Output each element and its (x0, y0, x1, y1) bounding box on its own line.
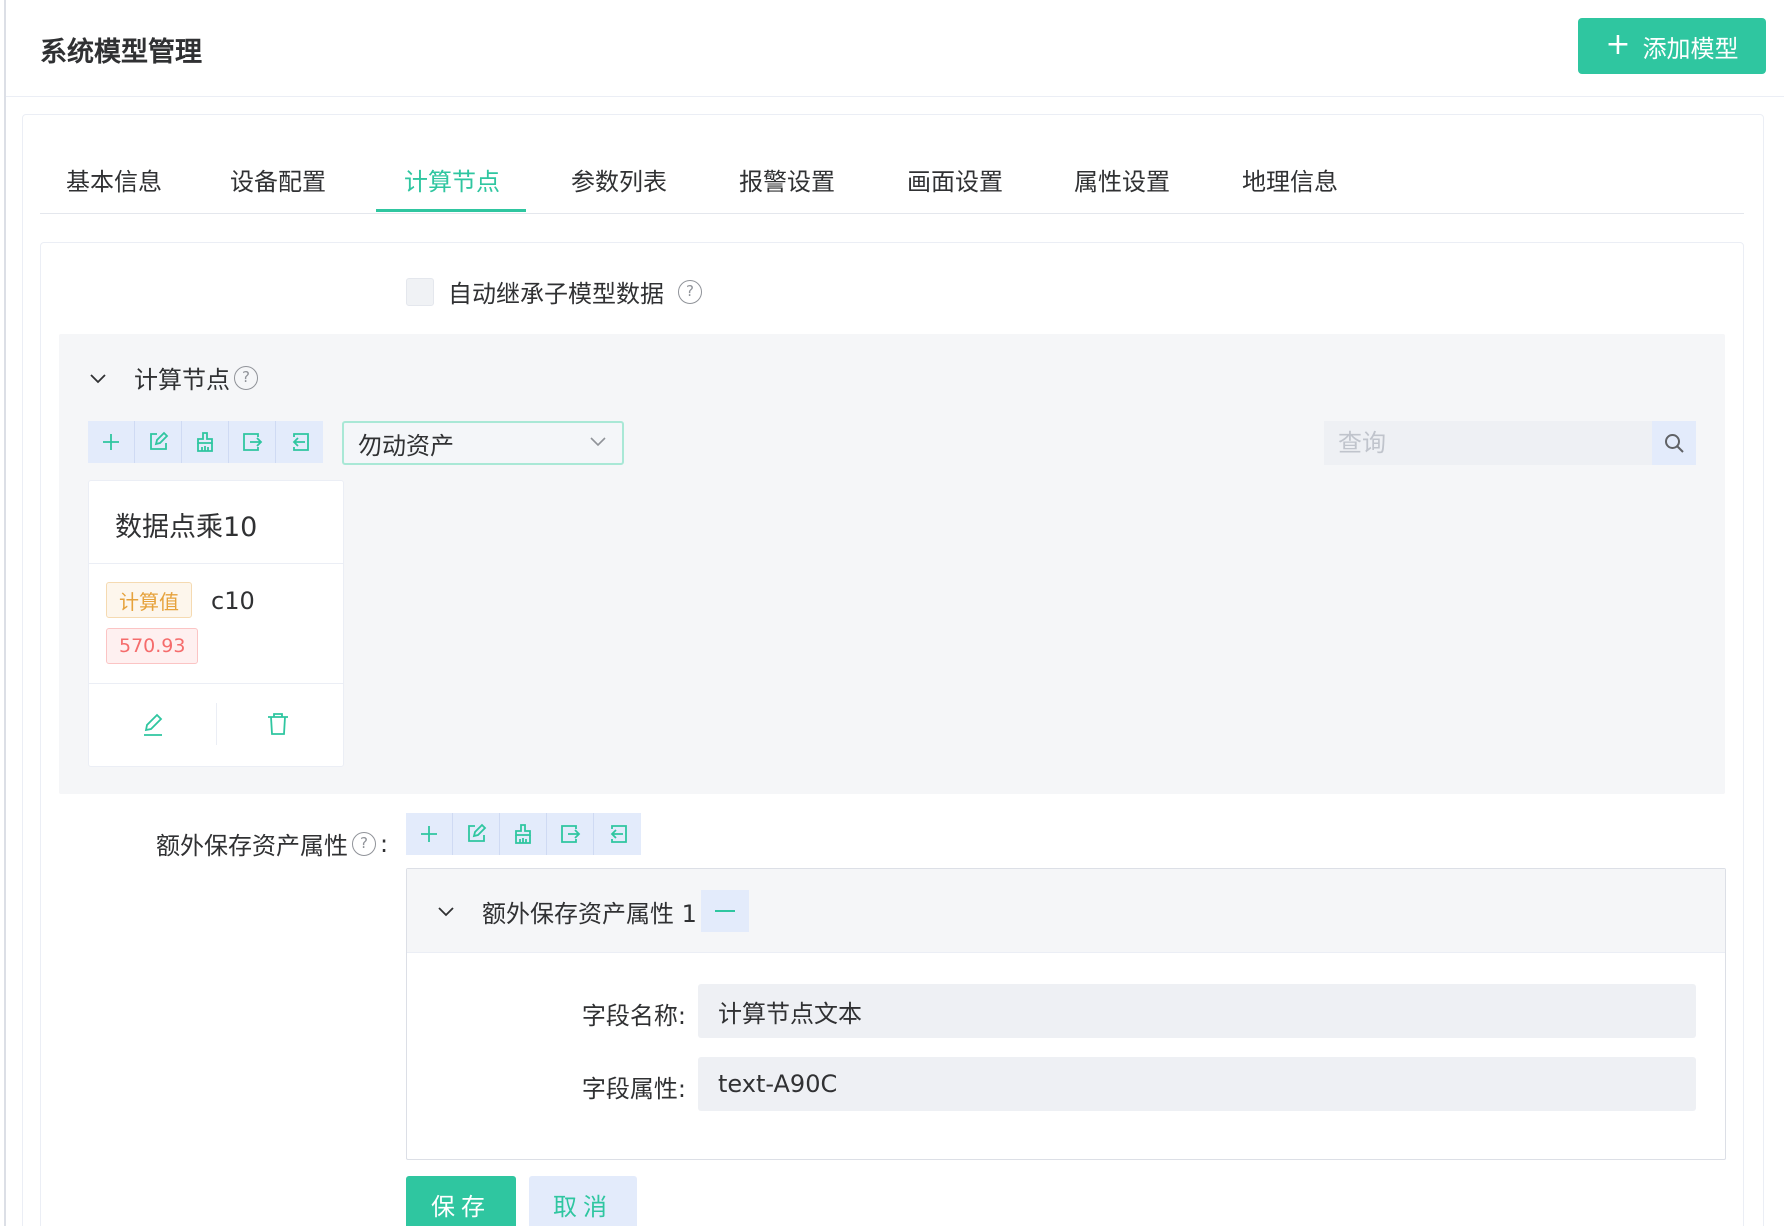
extra-attr-item-collapse[interactable]: 额外保存资产属性 1 (436, 890, 749, 932)
export-button[interactable] (547, 813, 594, 855)
add-button[interactable] (88, 421, 135, 463)
edit-icon (468, 823, 487, 842)
calc-node-card: 数据点乘10 计算值 c10 570.93 (88, 480, 344, 767)
plus-icon: + (1605, 26, 1631, 62)
calc-nodes-toolbar (88, 421, 323, 463)
node-value-tag: 570.93 (106, 628, 199, 664)
import-icon (292, 433, 309, 451)
active-tab-indicator (376, 209, 526, 212)
node-search (1324, 421, 1696, 465)
inherit-row: 自动继承子模型数据 ? (406, 274, 702, 309)
cancel-button[interactable]: 取消 (529, 1176, 637, 1226)
extra-attr-item-title: 额外保存资产属性 1 (482, 899, 697, 928)
tab-screen-settings[interactable]: 画面设置 (907, 162, 1003, 214)
clear-button[interactable] (182, 421, 229, 463)
import-icon (610, 825, 627, 843)
tab-param-list[interactable]: 参数列表 (571, 162, 667, 214)
edit-button[interactable] (135, 421, 182, 463)
pencil-icon (144, 713, 163, 736)
tab-basic-info[interactable]: 基本信息 (66, 162, 162, 214)
tab-attr-settings[interactable]: 属性设置 (1074, 162, 1170, 214)
page-title: 系统模型管理 (40, 37, 202, 68)
calc-nodes-title: 计算节点 (134, 366, 230, 394)
asset-select[interactable]: 勿动资产 (342, 421, 624, 465)
divider (89, 563, 343, 564)
extra-attrs-toolbar (406, 813, 641, 855)
node-title: 数据点乘10 (115, 512, 258, 543)
top-bar: 系统模型管理 + 添加模型 (6, 0, 1784, 97)
export-icon (561, 825, 581, 843)
inherit-checkbox[interactable] (406, 277, 434, 306)
search-button[interactable] (1652, 421, 1696, 465)
brush-icon (515, 824, 531, 844)
label-colon: : (380, 829, 389, 858)
asset-select-value: 勿动资产 (358, 431, 454, 460)
brush-icon (197, 432, 213, 452)
export-button[interactable] (229, 421, 276, 463)
edit-button[interactable] (453, 813, 500, 855)
calc-nodes-collapse-header[interactable]: 计算节点 ? (88, 360, 258, 395)
plus-icon (421, 826, 437, 842)
plus-icon (103, 434, 119, 450)
import-button[interactable] (276, 421, 323, 463)
tab-geo-info[interactable]: 地理信息 (1242, 162, 1338, 214)
field-name-label: 字段名称: (581, 1002, 686, 1030)
trash-icon (268, 713, 288, 735)
tab-calc-nodes[interactable]: 计算节点 (404, 162, 500, 214)
add-button[interactable] (406, 813, 453, 855)
inherit-label: 自动继承子模型数据 (448, 280, 664, 308)
extra-attrs-label: 额外保存资产属性 ? : (156, 826, 388, 861)
edit-node-button[interactable] (136, 707, 170, 741)
search-icon (1665, 434, 1684, 453)
chevron-down-icon (588, 429, 608, 457)
save-button[interactable]: 保存 (406, 1176, 516, 1226)
add-model-label: 添加模型 (1642, 34, 1739, 63)
help-icon[interactable]: ? (678, 279, 702, 304)
export-icon (243, 433, 263, 451)
add-model-button[interactable]: + 添加模型 (1578, 18, 1766, 74)
tab-alarm-settings[interactable]: 报警设置 (739, 162, 835, 214)
node-type-tag: 计算值 (106, 582, 192, 618)
field-attr-label: 字段属性: (581, 1075, 686, 1103)
field-name-input[interactable] (698, 984, 1696, 1038)
remove-item-button[interactable] (700, 890, 749, 932)
divider (216, 703, 217, 745)
tab-bar: 基本信息 设备配置 计算节点 参数列表 报警设置 画面设置 属性设置 地理信息 (40, 128, 1744, 214)
page-left-border (4, 0, 6, 1226)
chevron-down-icon (438, 907, 454, 917)
node-code: c10 (211, 587, 255, 615)
tab-device-config[interactable]: 设备配置 (230, 162, 326, 214)
help-icon[interactable]: ? (234, 365, 258, 390)
minus-icon (714, 910, 735, 912)
delete-node-button[interactable] (261, 707, 295, 741)
help-icon[interactable]: ? (352, 831, 376, 856)
import-button[interactable] (594, 813, 641, 855)
field-attr-input[interactable] (698, 1057, 1696, 1111)
extra-attrs-label-text: 额外保存资产属性 (156, 832, 348, 860)
chevron-down-icon (90, 373, 106, 383)
clear-button[interactable] (500, 813, 547, 855)
divider (89, 683, 343, 684)
search-input[interactable] (1324, 421, 1652, 465)
edit-icon (150, 431, 169, 450)
